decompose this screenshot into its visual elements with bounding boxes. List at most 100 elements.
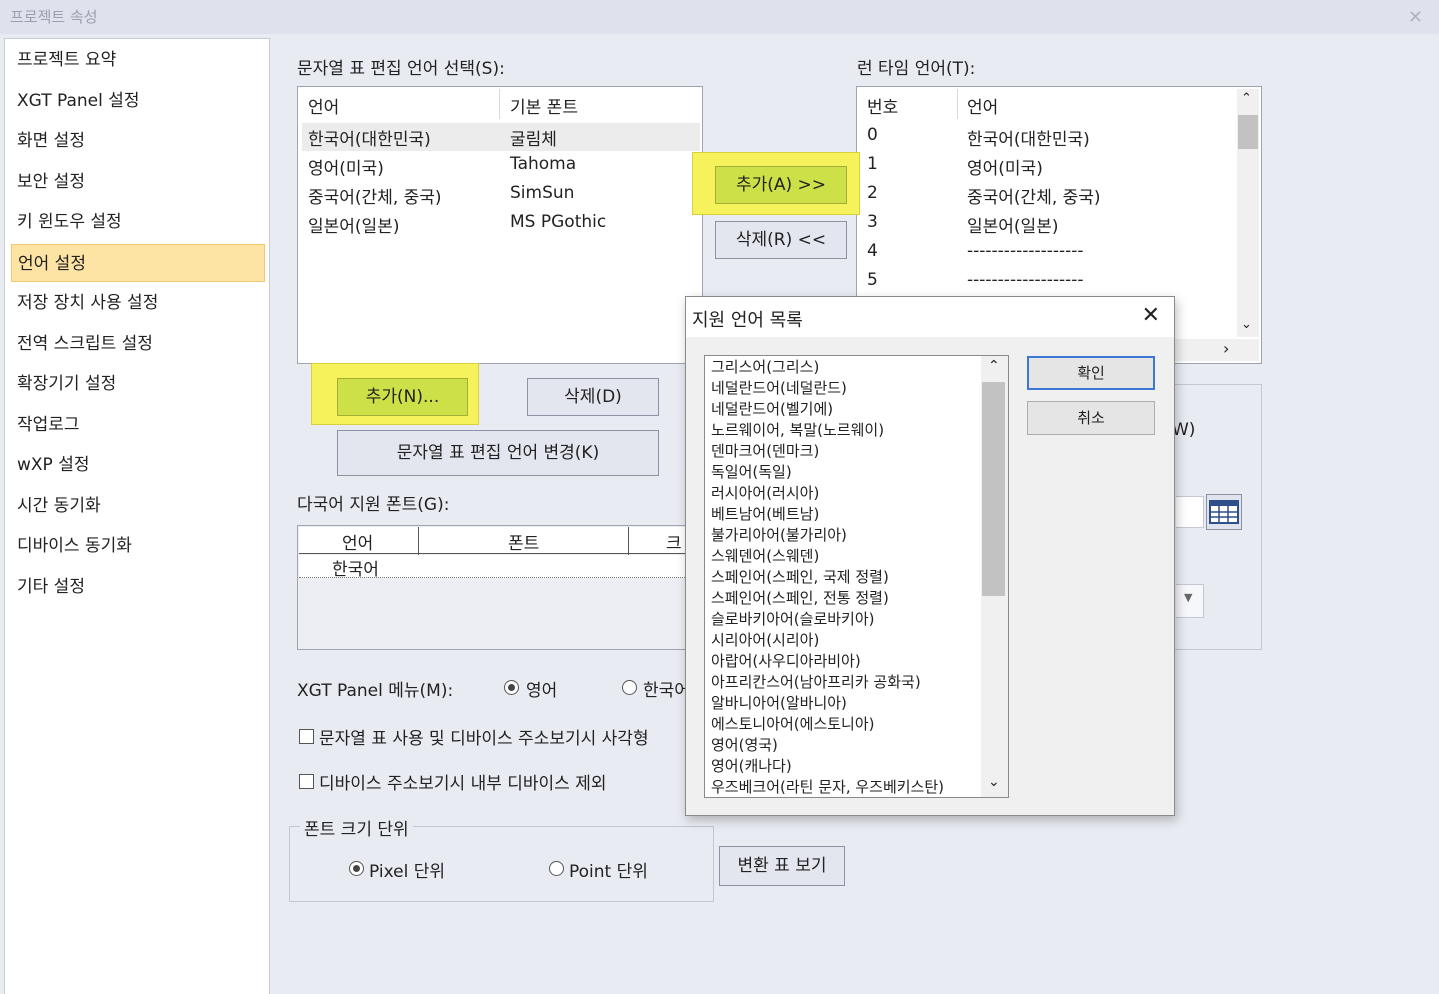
sidebar-item[interactable]: 작업로그 [11, 406, 265, 444]
language-list-item[interactable]: 스페인어(스페인, 국제 정렬) [711, 567, 889, 588]
hidden-dropdown[interactable]: ▼ [1176, 584, 1204, 618]
language-list-item[interactable]: 스웨덴어(스웨덴) [711, 546, 819, 567]
runtime-language-row[interactable]: 4 ------------------- [857, 241, 1235, 269]
runtime-language-row[interactable]: 5 ------------------- [857, 270, 1235, 298]
scroll-thumb[interactable] [1238, 115, 1258, 149]
scroll-up-icon[interactable]: ⌃ [988, 358, 1000, 374]
dialog-close-icon[interactable]: ✕ [1142, 303, 1160, 328]
sidebar-item[interactable]: 프로젝트 요약 [11, 41, 265, 79]
runtime-language-row[interactable]: 1 영어(미국) [857, 154, 1235, 182]
language-listbox[interactable]: 그리스어(그리스) 네덜란드어(네덜란드) 네덜란드어(벨기에) 노르웨이어, 복말(… [704, 355, 1009, 798]
add-runtime-language-button[interactable]: 추가(A) >> [715, 166, 847, 204]
row-number: 1 [867, 154, 878, 174]
edit-language-list[interactable]: 언어 기본 폰트 한국어(대한민국) 굴림체 영어(미국) Tahoma 중국어(간체,… [297, 86, 703, 364]
scroll-down-icon[interactable]: ⌄ [1241, 317, 1252, 332]
change-edit-language-button[interactable]: 문자열 표 편집 언어 변경(K) [337, 430, 659, 476]
scroll-up-icon[interactable]: ⌃ [1241, 91, 1252, 106]
edit-language-row[interactable]: 일본어(일본) MS PGothic [298, 212, 698, 240]
col-header-language[interactable]: 언어 [308, 93, 339, 118]
row-language: 일본어(일본) [308, 217, 400, 237]
language-list-item[interactable]: 베트남어(베트남) [711, 504, 819, 525]
runtime-language-row[interactable]: 3 일본어(일본) [857, 212, 1235, 240]
sidebar-item[interactable]: 디바이스 동기화 [11, 527, 265, 565]
sidebar-item[interactable]: 저장 장치 사용 설정 [11, 284, 265, 322]
sidebar-item[interactable]: wXP 설정 [11, 446, 265, 484]
row-number: 0 [867, 125, 878, 145]
scroll-thumb[interactable] [982, 382, 1005, 596]
close-icon[interactable]: ✕ [1408, 7, 1423, 28]
table-picker-button[interactable] [1206, 494, 1242, 530]
convert-table-button[interactable]: 변환 표 보기 [719, 846, 845, 886]
language-list-scrollbar[interactable]: ⌃ ⌄ [981, 356, 1008, 797]
scroll-right-icon[interactable]: › [1223, 339, 1229, 358]
runtime-language-row[interactable]: 2 중국어(간체, 중국) [857, 183, 1235, 211]
language-list-item[interactable]: 영어(영국) [711, 735, 778, 756]
row-number: 4 [867, 241, 878, 261]
column-divider [499, 89, 500, 119]
language-list-item[interactable]: 네덜란드어(벨기에) [711, 399, 833, 420]
delete-edit-language-button[interactable]: 삭제(D) [527, 378, 659, 416]
sidebar-item[interactable]: 보안 설정 [11, 163, 265, 201]
sidebar-item[interactable]: 화면 설정 [11, 122, 265, 160]
sidebar-item[interactable]: 언어 설정 [11, 243, 265, 282]
language-list-item[interactable]: 덴마크어(덴마크) [711, 441, 819, 462]
language-list-item[interactable]: 그리스어(그리스) [711, 357, 819, 378]
edit-language-row[interactable]: 영어(미국) Tahoma [298, 154, 698, 182]
checkbox-exclude-internal[interactable] [299, 774, 314, 789]
row-number: 2 [867, 183, 878, 203]
language-list-item[interactable]: 불가리아어(불가리아) [711, 525, 847, 546]
hidden-input[interactable] [1176, 496, 1204, 528]
language-list-item[interactable]: 아랍어(사우디아라비아) [711, 651, 861, 672]
row-language: 중국어(간체, 중국) [308, 188, 442, 208]
language-list-item[interactable]: 네덜란드어(네덜란드) [711, 378, 847, 399]
runtime-list-scrollbar[interactable]: ⌃ ⌄ [1237, 89, 1259, 337]
language-list-item[interactable]: 러시아어(러시아) [711, 483, 819, 504]
sidebar-item[interactable]: 시간 동기화 [11, 487, 265, 525]
language-list-item[interactable]: 영어(캐나다) [711, 756, 792, 777]
checkbox-string-table-rect[interactable] [299, 729, 314, 744]
runtime-language-row[interactable]: 0 한국어(대한민국) [857, 125, 1235, 153]
grid-header-language[interactable]: 언어 [342, 529, 373, 554]
language-list-item[interactable]: 에스토니아어(에스토니아) [711, 714, 875, 735]
checkbox-exclude-internal-label: 디바이스 주소보기시 내부 디바이스 제외 [319, 774, 607, 794]
language-list-item[interactable]: 노르웨이어, 복말(노르웨이) [711, 420, 884, 441]
row-runtime-language: ------------------- [967, 270, 1084, 290]
row-number: 5 [867, 270, 878, 290]
language-list-item[interactable]: 우즈베크어(라틴 문자, 우즈베키스탄) [711, 777, 944, 797]
sidebar-item[interactable]: XGT Panel 설정 [11, 82, 265, 120]
row-default-font: Tahoma [510, 154, 577, 174]
sidebar-item[interactable]: 전역 스크립트 설정 [11, 325, 265, 363]
grid-header-font[interactable]: 폰트 [508, 529, 539, 554]
row-default-font: MS PGothic [510, 212, 607, 232]
language-list-item[interactable]: 스페인어(스페인, 전통 정렬) [711, 588, 889, 609]
radio-pixel[interactable] [349, 861, 364, 876]
multi-font-label: 다국어 지원 폰트(G): [297, 495, 450, 515]
cancel-button[interactable]: 취소 [1027, 401, 1155, 435]
sidebar-item[interactable]: 기타 설정 [11, 568, 265, 606]
radio-pixel-label: Pixel 단위 [369, 862, 446, 882]
language-list-item[interactable]: 독일어(독일) [711, 462, 792, 483]
language-list-item[interactable]: 알바니아어(알바니아) [711, 693, 847, 714]
grid-header-size[interactable]: 크 [666, 529, 682, 554]
sidebar-item[interactable]: 확장기기 설정 [11, 365, 265, 403]
ok-button[interactable]: 확인 [1027, 356, 1155, 390]
delete-runtime-language-button[interactable]: 삭제(R) << [715, 221, 847, 259]
edit-language-row[interactable]: 중국어(간체, 중국) SimSun [298, 183, 698, 211]
row-runtime-language: 중국어(간체, 중국) [967, 188, 1101, 208]
sidebar-item[interactable]: 키 윈도우 설정 [11, 203, 265, 241]
scroll-down-icon[interactable]: ⌄ [988, 774, 1000, 790]
dialog-title: 지원 언어 목록 [692, 310, 803, 331]
radio-point[interactable] [549, 861, 564, 876]
language-list-item[interactable]: 시리아어(시리아) [711, 630, 819, 651]
row-default-font: SimSun [510, 183, 575, 203]
radio-korean[interactable] [622, 680, 637, 695]
language-list-item[interactable]: 슬로바키아어(슬로바키아) [711, 609, 875, 630]
radio-english[interactable] [504, 680, 519, 695]
col-header-number[interactable]: 번호 [867, 93, 898, 118]
add-edit-language-button[interactable]: 추가(N)... [337, 378, 468, 416]
edit-language-row[interactable]: 한국어(대한민국) 굴림체 [298, 125, 698, 153]
language-list-item[interactable]: 아프리칸스어(남아프리카 공화국) [711, 672, 921, 693]
col-header-runtime-language[interactable]: 언어 [967, 93, 998, 118]
col-header-default-font[interactable]: 기본 폰트 [510, 93, 578, 118]
multi-font-grid[interactable]: 언어 폰트 크 한국어 [297, 525, 697, 650]
